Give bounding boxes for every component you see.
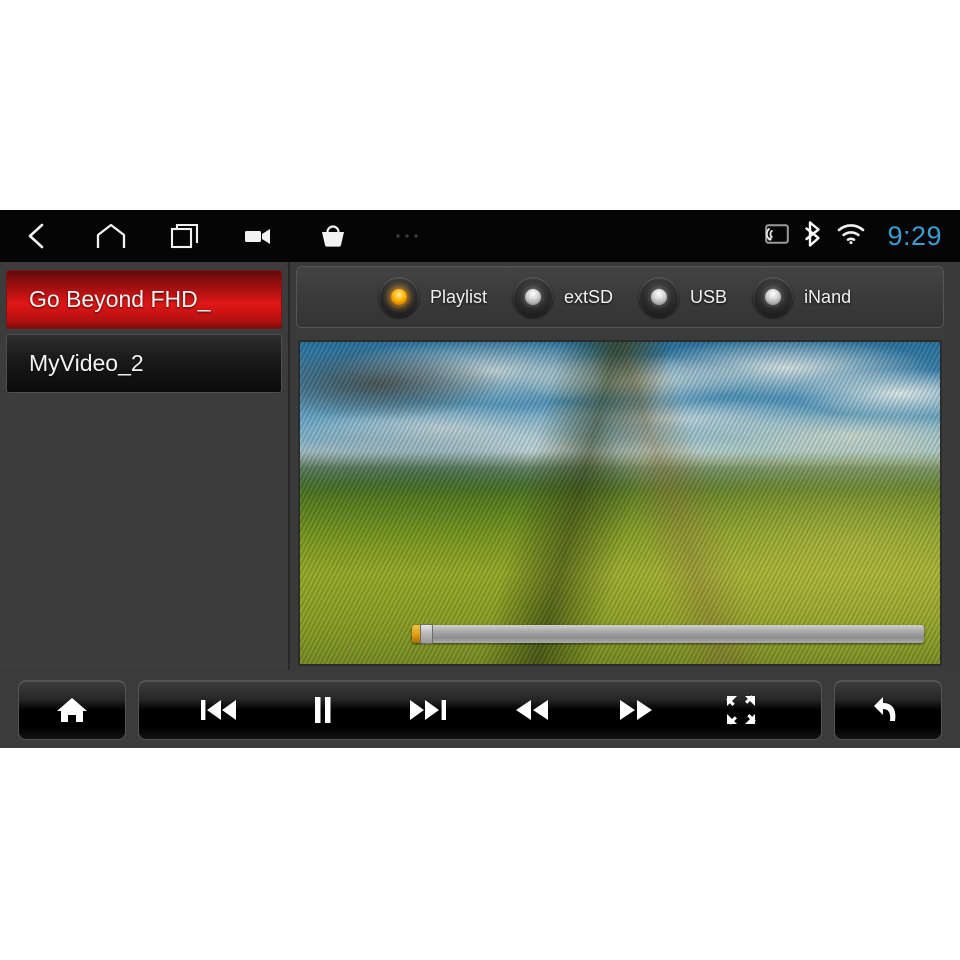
source-selector-group: Playlist extSD USB iNand bbox=[296, 266, 944, 328]
radio-indicator-icon bbox=[639, 277, 680, 317]
more-dots-icon[interactable] bbox=[370, 210, 444, 262]
source-label: Playlist bbox=[430, 286, 488, 307]
pause-icon bbox=[315, 697, 331, 723]
rewind-icon bbox=[516, 700, 549, 720]
navigation-icon-group bbox=[0, 210, 444, 262]
source-option-usb[interactable]: USB bbox=[639, 277, 727, 317]
system-icon-group: 9:29 bbox=[765, 221, 960, 252]
source-option-inand[interactable]: iNand bbox=[753, 277, 851, 317]
video-surface[interactable] bbox=[298, 340, 942, 666]
bluetooth-icon[interactable] bbox=[803, 220, 823, 252]
prev-track-icon bbox=[201, 700, 237, 720]
basket-icon[interactable] bbox=[296, 210, 370, 262]
next-track-button[interactable] bbox=[391, 681, 465, 739]
playlist-item-title: Go Beyond FHD_ bbox=[29, 286, 211, 312]
home-icon[interactable] bbox=[74, 210, 148, 262]
source-label: iNand bbox=[804, 286, 852, 307]
source-label: USB bbox=[690, 286, 728, 307]
radio-indicator-icon bbox=[753, 277, 794, 317]
playlist-item-title: MyVideo_2 bbox=[29, 350, 144, 376]
cast-icon[interactable] bbox=[765, 223, 790, 249]
radio-indicator-icon bbox=[513, 277, 554, 317]
source-option-extsd[interactable]: extSD bbox=[513, 277, 613, 317]
home-button[interactable] bbox=[18, 680, 126, 740]
seek-slider[interactable] bbox=[412, 624, 924, 644]
fullscreen-button[interactable] bbox=[704, 681, 778, 739]
recents-icon[interactable] bbox=[148, 210, 222, 262]
video-frame-image bbox=[300, 342, 940, 664]
screenshot-canvas: 9:29 Go Beyond FHD_ MyVideo_2 Playlist e… bbox=[0, 0, 960, 960]
list-item[interactable]: MyVideo_2 bbox=[6, 334, 282, 393]
return-button[interactable] bbox=[834, 680, 942, 740]
source-option-playlist[interactable]: Playlist bbox=[379, 277, 487, 317]
fast-forward-button[interactable] bbox=[599, 681, 673, 739]
prev-track-button[interactable] bbox=[182, 681, 256, 739]
system-status-bar: 9:29 bbox=[0, 210, 960, 262]
return-arrow-icon bbox=[874, 697, 896, 721]
back-icon[interactable] bbox=[0, 210, 74, 262]
player-panel: Playlist extSD USB iNand bbox=[296, 266, 944, 670]
video-camera-icon[interactable] bbox=[222, 210, 296, 262]
source-label: extSD bbox=[564, 286, 614, 307]
fullscreen-icon bbox=[726, 695, 756, 725]
radio-indicator-icon bbox=[379, 277, 419, 317]
wifi-icon[interactable] bbox=[837, 223, 865, 250]
transport-bar bbox=[0, 672, 960, 748]
pause-button[interactable] bbox=[286, 681, 360, 739]
fast-forward-icon bbox=[620, 700, 653, 720]
playlist-sidebar: Go Beyond FHD_ MyVideo_2 bbox=[0, 262, 290, 670]
status-bar-clock: 9:29 bbox=[887, 220, 942, 251]
home-icon bbox=[57, 698, 87, 722]
rewind-button[interactable] bbox=[495, 681, 569, 739]
playback-control-group bbox=[138, 680, 822, 740]
seek-thumb-handle[interactable] bbox=[420, 624, 434, 644]
head-unit-screen: 9:29 Go Beyond FHD_ MyVideo_2 Playlist e… bbox=[0, 210, 960, 748]
next-track-icon bbox=[409, 700, 446, 720]
list-item[interactable]: Go Beyond FHD_ bbox=[6, 270, 282, 329]
